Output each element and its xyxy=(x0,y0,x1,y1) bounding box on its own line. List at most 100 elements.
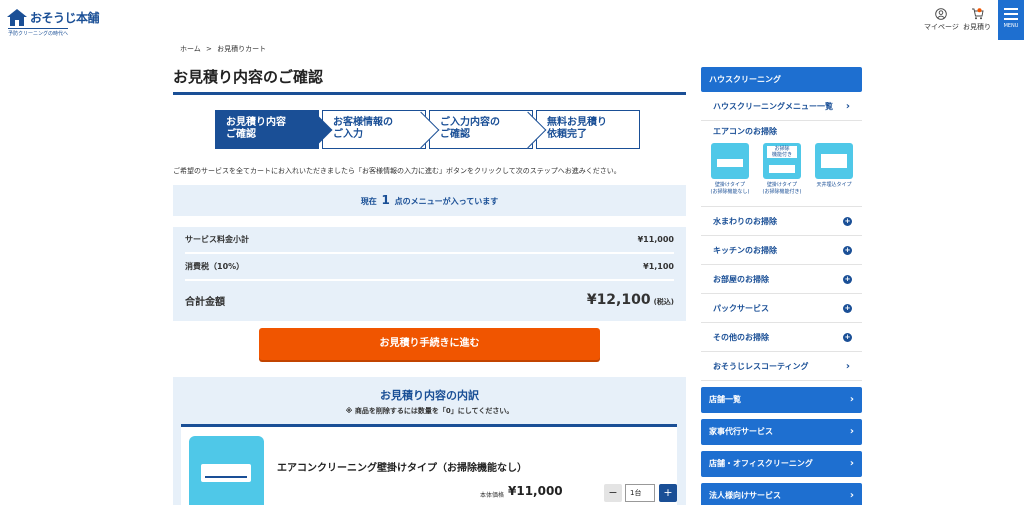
total-row: 合計金額 ¥12,100 (税込) xyxy=(185,281,674,319)
logo-text: おそうじ本舗 xyxy=(30,11,100,25)
chevron-right-icon: › xyxy=(849,426,854,437)
notice-suffix: 点のメニューが入っています xyxy=(394,197,499,206)
qty-decrease-button[interactable]: − xyxy=(604,484,622,502)
sidebar-item-room[interactable]: お部屋のお掃除 + xyxy=(701,265,862,294)
sidebar-item-menu-list[interactable]: ハウスクリーニングメニュー一覧 › xyxy=(701,92,862,121)
cart-icon xyxy=(971,8,984,20)
item-price: ¥11,000 xyxy=(508,484,563,498)
aircon-type-list: 壁掛けタイプ (お掃除機能なし) お掃除 機能付き 壁掛けタイプ (お掃除機能付… xyxy=(701,143,862,207)
aircon-product-image xyxy=(189,436,264,505)
sidebar-item-label: パックサービス xyxy=(713,304,769,313)
subtotal-value: ¥11,000 xyxy=(637,235,674,244)
aircon-autoclean-icon: お掃除 機能付き xyxy=(763,143,801,179)
breakdown-note: ※ 商品を削除するには数量を「0」にしてください。 xyxy=(345,407,514,415)
breadcrumb: ホーム > お見積りカート xyxy=(180,44,266,54)
sidebar-link-label: 家事代行サービス xyxy=(709,427,773,436)
step-1-label: お見積り内容 ご確認 xyxy=(226,117,286,140)
qty-increase-button[interactable]: + xyxy=(659,484,677,502)
page-title: お見積り内容のご確認 xyxy=(173,68,324,86)
plus-circle-icon: + xyxy=(843,246,852,255)
sidebar-item-label: お部屋のお掃除 xyxy=(713,275,769,284)
user-icon xyxy=(935,8,948,20)
step-3: ご入力内容の ご確認 xyxy=(429,110,547,149)
notice-prefix: 現在 xyxy=(360,197,377,206)
logo-tagline: 予防クリーニングの時代へ xyxy=(8,28,69,37)
step-4-label: 無料お見積り 依頼完了 xyxy=(547,117,607,140)
aircon-icon xyxy=(201,464,251,482)
tax-row: 消費税（10%） ¥1,100 xyxy=(185,254,674,281)
aircon-ceiling-icon xyxy=(815,143,853,179)
aircon-type-label: 天井埋込タイプ xyxy=(816,182,852,188)
sidebar-item-label: 水まわりのお掃除 xyxy=(713,217,777,226)
hamburger-icon xyxy=(1004,8,1018,10)
sidebar-link-stores[interactable]: 店舗一覧 › xyxy=(701,387,862,413)
breadcrumb-home[interactable]: ホーム xyxy=(180,45,201,53)
subtotal-label: サービス料金小計 xyxy=(185,235,249,244)
proceed-button[interactable]: お見積り手続きに進む xyxy=(259,328,600,360)
breakdown-panel: お見積り内容の内訳 ※ 商品を削除するには数量を「0」にしてください。 エアコン… xyxy=(173,377,686,505)
aircon-wall-icon xyxy=(711,143,749,179)
sidebar-item-coating[interactable]: おそうじレスコーティング › xyxy=(701,352,862,381)
cart-count: 1 xyxy=(381,193,390,207)
subtotal-row: サービス料金小計 ¥11,000 xyxy=(185,227,674,254)
sidebar-item-other[interactable]: その他のお掃除 + xyxy=(701,323,862,352)
sidebar-link-label: 法人様向けサービス xyxy=(709,491,781,500)
plus-circle-icon: + xyxy=(843,304,852,313)
sidebar-aircon-heading: エアコンのお掃除 xyxy=(713,127,777,136)
sidebar-link-label: 店舗一覧 xyxy=(709,395,741,404)
step-1: お見積り内容 ご確認 xyxy=(215,110,333,149)
total-value: ¥12,100 xyxy=(586,292,651,308)
qty-select[interactable]: 1台 xyxy=(625,484,655,502)
chevron-right-icon: › xyxy=(845,101,850,112)
sidebar-item-label: キッチンのお掃除 xyxy=(713,246,777,255)
title-divider xyxy=(173,92,686,95)
aircon-type-wall[interactable]: 壁掛けタイプ (お掃除機能なし) xyxy=(703,143,757,196)
estimate-cart-link[interactable]: お見積り xyxy=(963,8,991,32)
estimate-label: お見積り xyxy=(963,23,991,31)
sidebar-link-office-cleaning[interactable]: 店舗・オフィスクリーニング › xyxy=(701,451,862,477)
menu-label: MENU xyxy=(1003,23,1019,29)
sidebar: ハウスクリーニング ハウスクリーニングメニュー一覧 › エアコンのお掃除 壁掛け… xyxy=(701,67,862,505)
aircon-type-label: 壁掛けタイプ (お掃除機能付き) xyxy=(762,182,802,195)
sidebar-link-label: 店舗・オフィスクリーニング xyxy=(709,459,813,468)
total-tax-note: (税込) xyxy=(653,298,674,306)
chevron-right-icon: › xyxy=(849,490,854,501)
cart-item: エアコンクリーニング壁掛けタイプ（お掃除機能なし） 本体価格 ¥11,000 −… xyxy=(181,424,677,505)
sidebar-item-label: おそうじレスコーティング xyxy=(713,362,809,371)
aircon-type-wall-autoclean[interactable]: お掃除 機能付き 壁掛けタイプ (お掃除機能付き) xyxy=(755,143,809,196)
cart-count-notice: 現在 1 点のメニューが入っています xyxy=(173,185,686,216)
sidebar-item-pack[interactable]: パックサービス + xyxy=(701,294,862,323)
breadcrumb-current: お見積りカート xyxy=(217,45,267,53)
mypage-link[interactable]: マイページ xyxy=(924,8,959,32)
sidebar-item-label: その他のお掃除 xyxy=(713,333,769,342)
aircon-type-label: 壁掛けタイプ (お掃除機能なし) xyxy=(710,182,750,195)
menu-button[interactable]: MENU xyxy=(998,0,1024,40)
chevron-right-icon: › xyxy=(849,394,854,405)
step-3-label: ご入力内容の ご確認 xyxy=(440,117,500,140)
sidebar-item-label: ハウスクリーニングメニュー一覧 xyxy=(713,102,833,111)
plus-circle-icon: + xyxy=(843,275,852,284)
sidebar-item-kitchen[interactable]: キッチンのお掃除 + xyxy=(701,236,862,265)
aircon-tag: お掃除 機能付き xyxy=(767,146,797,158)
breakdown-title: お見積り内容の内訳 xyxy=(380,389,479,402)
sidebar-item-water[interactable]: 水まわりのお掃除 + xyxy=(701,207,862,236)
breadcrumb-separator: > xyxy=(206,45,212,53)
intro-text: ご希望のサービスを全てカートにお入れいただきましたら「お客様情報の入力に進む」ボ… xyxy=(173,167,621,175)
aircon-type-ceiling[interactable]: 天井埋込タイプ xyxy=(807,143,861,189)
item-price-label: 本体価格 xyxy=(480,492,505,499)
house-logo-icon xyxy=(7,9,27,26)
sidebar-header-house-cleaning[interactable]: ハウスクリーニング xyxy=(701,67,862,92)
site-logo[interactable]: おそうじ本舗 予防クリーニングの時代へ xyxy=(6,6,102,37)
plus-circle-icon: + xyxy=(843,217,852,226)
total-label: 合計金額 xyxy=(185,296,225,308)
tax-value: ¥1,100 xyxy=(643,262,674,271)
step-2: お客様情報の ご入力 xyxy=(322,110,440,149)
sidebar-link-corporate[interactable]: 法人様向けサービス › xyxy=(701,483,862,505)
chevron-right-icon: › xyxy=(845,361,850,372)
sidebar-link-housekeeping[interactable]: 家事代行サービス › xyxy=(701,419,862,445)
plus-circle-icon: + xyxy=(843,333,852,342)
tax-label: 消費税（10%） xyxy=(185,262,245,271)
chevron-right-icon: › xyxy=(849,458,854,469)
price-summary: サービス料金小計 ¥11,000 消費税（10%） ¥1,100 合計金額 ¥1… xyxy=(173,227,686,321)
progress-steps: お見積り内容 ご確認 お客様情報の ご入力 ご入力内容の ご確認 無料お見積り … xyxy=(215,110,645,150)
